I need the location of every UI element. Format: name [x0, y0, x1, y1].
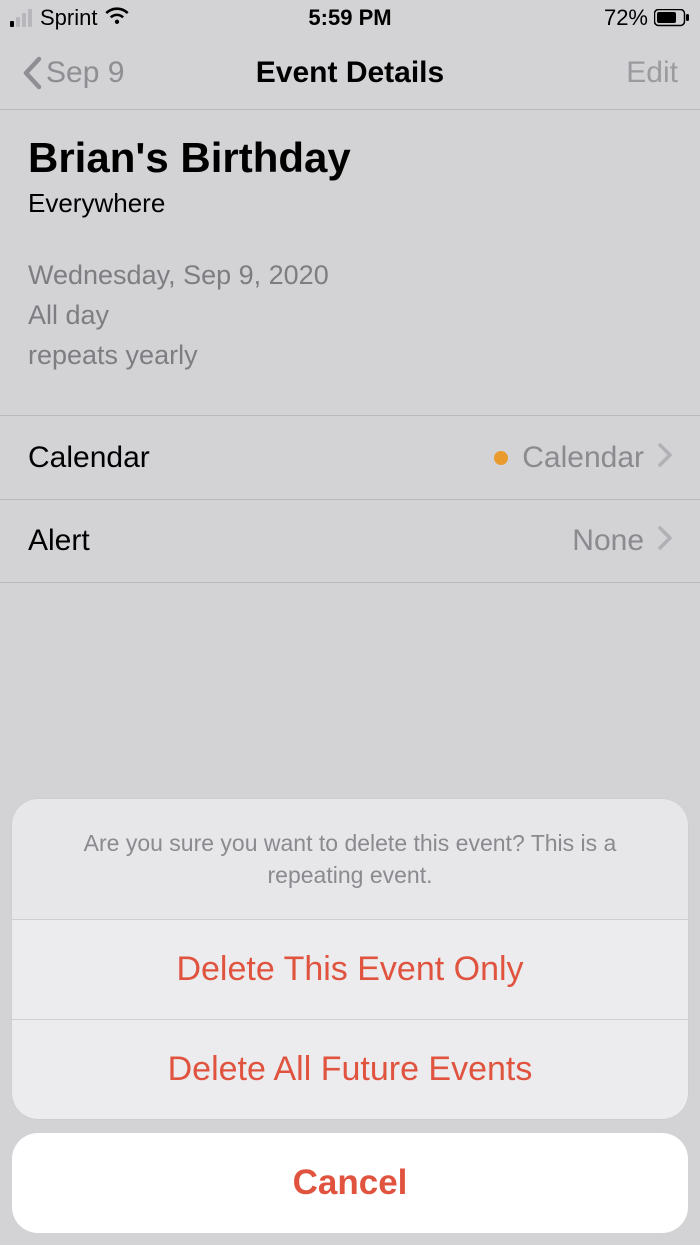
event-repeat: repeats yearly: [28, 335, 672, 375]
battery-percent-label: 72%: [604, 5, 648, 31]
event-location: Everywhere: [28, 188, 672, 219]
clock-label: 5:59 PM: [308, 5, 391, 31]
wifi-icon: [105, 5, 129, 31]
carrier-label: Sprint: [40, 5, 97, 31]
cellular-signal-icon: [10, 9, 32, 27]
chevron-right-icon: [658, 524, 672, 558]
event-date: Wednesday, Sep 9, 2020: [28, 255, 672, 295]
chevron-left-icon: [22, 56, 42, 90]
page-title: Event Details: [256, 56, 444, 90]
alert-row-value: None: [572, 524, 644, 558]
action-sheet-message: Are you sure you want to delete this eve…: [12, 799, 688, 919]
nav-bar: Sep 9 Event Details Edit: [0, 36, 700, 110]
edit-button[interactable]: Edit: [626, 56, 678, 90]
calendar-row-value: Calendar: [522, 441, 644, 475]
status-bar: Sprint 5:59 PM 72%: [0, 0, 700, 36]
back-label: Sep 9: [46, 56, 124, 90]
calendar-color-dot-icon: [494, 451, 508, 465]
calendar-row[interactable]: Calendar Calendar: [0, 415, 700, 499]
alert-row[interactable]: Alert None: [0, 499, 700, 583]
calendar-row-label: Calendar: [28, 441, 150, 475]
cancel-button[interactable]: Cancel: [12, 1133, 688, 1233]
delete-this-event-button[interactable]: Delete This Event Only: [12, 919, 688, 1019]
action-sheet: Are you sure you want to delete this eve…: [12, 799, 688, 1233]
event-time: All day: [28, 295, 672, 335]
battery-icon: [654, 9, 690, 27]
delete-all-future-events-button[interactable]: Delete All Future Events: [12, 1019, 688, 1119]
chevron-right-icon: [658, 441, 672, 475]
event-title: Brian's Birthday: [28, 134, 672, 182]
alert-row-label: Alert: [28, 524, 90, 558]
back-button[interactable]: Sep 9: [22, 56, 124, 90]
